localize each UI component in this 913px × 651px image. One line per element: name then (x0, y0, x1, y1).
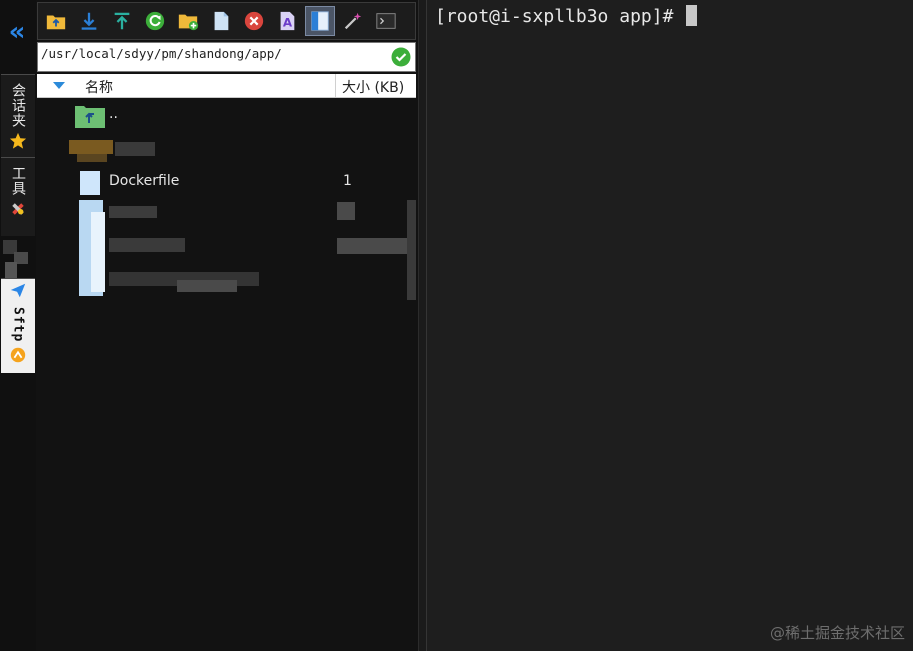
terminal-prompt: [root@i-sxpllb3o app]# (435, 5, 698, 27)
refresh-icon (145, 11, 165, 31)
tab-sftp[interactable]: Sftp (1, 278, 35, 373)
file-list-header: 名称 大小 (KB) (37, 74, 416, 98)
sftp-icon (10, 348, 26, 363)
rename-icon: A (280, 11, 295, 31)
go-up-folder-button[interactable] (41, 6, 71, 36)
download-icon (81, 12, 97, 30)
go-up-folder-icon (46, 15, 66, 30)
redacted-block (69, 140, 113, 154)
toggle-view-icon (311, 11, 329, 31)
path-bar[interactable]: /usr/local/sdyy/pm/shandong/app/ (37, 42, 416, 72)
redacted-block (337, 202, 355, 220)
file-name: Dockerfile (109, 173, 180, 189)
star-icon (9, 132, 27, 149)
file-size: 1 (343, 173, 352, 189)
redacted-block (407, 200, 416, 300)
collapse-panel-icon[interactable]: « (0, 12, 34, 52)
sftp-toolbar: A (37, 2, 416, 40)
terminal-panel[interactable]: [root@i-sxpllb3o app]# @稀土掘金技术社区 (427, 0, 913, 651)
magic-wand-button[interactable] (338, 6, 368, 36)
sftp-panel: A /usr/local/sdyy/pm/shandong/app/ 名称 大小… (36, 0, 419, 651)
redacted-block (91, 212, 105, 292)
new-file-icon (214, 11, 229, 31)
file-row-parent[interactable]: .. (37, 101, 416, 131)
current-path[interactable]: /usr/local/sdyy/pm/shandong/app/ (41, 46, 282, 61)
download-button[interactable] (74, 6, 104, 36)
file-list: .. Dockerfile 1 (37, 100, 416, 651)
column-header-size[interactable]: 大小 (KB) (335, 74, 416, 97)
new-file-button[interactable] (206, 6, 236, 36)
redacted-block (115, 142, 155, 156)
sort-descending-icon[interactable] (53, 82, 65, 89)
column-header-name[interactable]: 名称 (85, 77, 113, 97)
open-terminal-button[interactable] (371, 6, 401, 36)
redacted-block (177, 280, 237, 292)
upload-button[interactable] (107, 6, 137, 36)
tab-sessions-label: 会话夹 (10, 83, 26, 128)
text-cursor (686, 5, 698, 26)
redacted-block (337, 238, 407, 254)
svg-text:A: A (283, 16, 293, 30)
file-icon (80, 171, 100, 195)
redacted-block (109, 238, 185, 252)
tab-sftp-label: Sftp (10, 307, 26, 343)
tab-tools-label: 工具 (10, 166, 26, 196)
tab-tools[interactable]: 工具 (1, 157, 35, 236)
tools-icon (12, 203, 24, 215)
new-folder-button[interactable] (173, 6, 203, 36)
refresh-button[interactable] (140, 6, 170, 36)
new-folder-icon (178, 14, 199, 31)
panel-splitter[interactable] (418, 0, 427, 651)
magic-wand-icon (344, 12, 362, 30)
rename-button[interactable]: A (272, 6, 302, 36)
prompt-text: [root@i-sxpllb3o app]# (435, 6, 685, 27)
file-row-dockerfile[interactable]: Dockerfile 1 (37, 168, 416, 198)
redacted-block (77, 154, 107, 162)
toggle-view-button[interactable] (305, 6, 335, 36)
redacted-block (109, 206, 157, 218)
file-name: .. (109, 106, 118, 122)
side-tab-strip: « 会话夹 工具 Sftp (0, 0, 37, 651)
open-terminal-icon (376, 13, 396, 29)
app-window: « 会话夹 工具 Sftp A /usr/local/sdyy/pm/shand… (0, 0, 913, 651)
redacted-block (5, 262, 17, 278)
watermark: @稀土掘金技术社区 (769, 624, 905, 642)
tab-sessions[interactable]: 会话夹 (1, 74, 35, 157)
parent-folder-icon (75, 106, 105, 128)
upload-icon (114, 12, 130, 30)
confirm-path-icon[interactable] (391, 47, 411, 67)
paper-plane-icon (10, 283, 26, 298)
delete-icon (244, 11, 264, 31)
delete-button[interactable] (239, 6, 269, 36)
